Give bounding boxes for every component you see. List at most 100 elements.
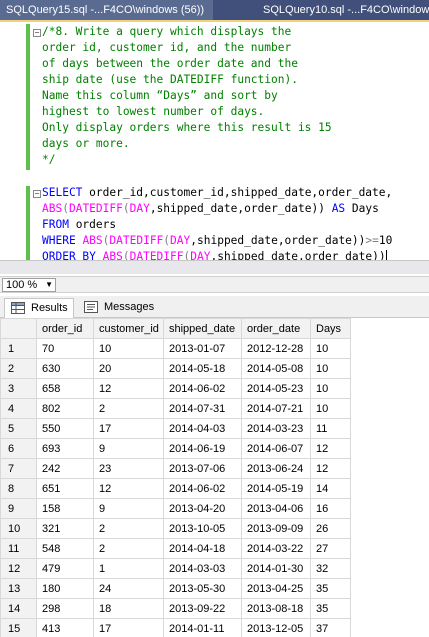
row-number[interactable]: 15 bbox=[0, 618, 37, 637]
cell-customer-id[interactable]: 12 bbox=[93, 478, 164, 499]
cell-order-date[interactable]: 2014-05-08 bbox=[241, 358, 311, 379]
cell-order-id[interactable]: 479 bbox=[36, 558, 94, 579]
cell-order-id[interactable]: 548 bbox=[36, 538, 94, 559]
table-row[interactable]: 15 413 17 2014-01-11 2013-12-05 37 bbox=[0, 618, 351, 637]
column-header-customer-id[interactable]: customer_id bbox=[93, 318, 164, 339]
row-number[interactable]: 13 bbox=[0, 578, 37, 599]
row-number[interactable]: 1 bbox=[0, 338, 37, 359]
cell-order-date[interactable]: 2012-12-28 bbox=[241, 338, 311, 359]
cell-days[interactable]: 35 bbox=[310, 578, 351, 599]
table-row[interactable]: 11 548 2 2014-04-18 2014-03-22 27 bbox=[0, 538, 351, 559]
table-row[interactable]: 6 693 9 2014-06-19 2014-06-07 12 bbox=[0, 438, 351, 459]
table-row[interactable]: 8 651 12 2014-06-02 2014-05-19 14 bbox=[0, 478, 351, 499]
cell-customer-id[interactable]: 1 bbox=[93, 558, 164, 579]
cell-shipped-date[interactable]: 2013-07-06 bbox=[163, 458, 242, 479]
cell-order-id[interactable]: 70 bbox=[36, 338, 94, 359]
cell-customer-id[interactable]: 12 bbox=[93, 378, 164, 399]
column-header-days[interactable]: Days bbox=[310, 318, 351, 339]
cell-shipped-date[interactable]: 2014-01-11 bbox=[163, 618, 242, 637]
cell-shipped-date[interactable]: 2013-05-30 bbox=[163, 578, 242, 599]
cell-order-id[interactable]: 242 bbox=[36, 458, 94, 479]
row-number[interactable]: 5 bbox=[0, 418, 37, 439]
cell-order-id[interactable]: 413 bbox=[36, 618, 94, 637]
cell-order-id[interactable]: 693 bbox=[36, 438, 94, 459]
tab-results[interactable]: Results bbox=[4, 298, 74, 318]
cell-shipped-date[interactable]: 2014-05-18 bbox=[163, 358, 242, 379]
table-row[interactable]: 2 630 20 2014-05-18 2014-05-08 10 bbox=[0, 358, 351, 379]
cell-customer-id[interactable]: 17 bbox=[93, 418, 164, 439]
cell-days[interactable]: 10 bbox=[310, 378, 351, 399]
cell-order-date[interactable]: 2014-05-23 bbox=[241, 378, 311, 399]
column-header-order-date[interactable]: order_date bbox=[241, 318, 311, 339]
cell-customer-id[interactable]: 2 bbox=[93, 518, 164, 539]
table-row[interactable]: 9 158 9 2013-04-20 2013-04-06 16 bbox=[0, 498, 351, 519]
tab-sqlquery10[interactable]: SQLQuery10.sql -...F4CO\windows (5 bbox=[213, 0, 429, 20]
cell-order-id[interactable]: 630 bbox=[36, 358, 94, 379]
table-row[interactable]: 3 658 12 2014-06-02 2014-05-23 10 bbox=[0, 378, 351, 399]
cell-customer-id[interactable]: 24 bbox=[93, 578, 164, 599]
cell-days[interactable]: 35 bbox=[310, 598, 351, 619]
cell-customer-id[interactable]: 9 bbox=[93, 498, 164, 519]
cell-customer-id[interactable]: 9 bbox=[93, 438, 164, 459]
cell-order-date[interactable]: 2014-05-19 bbox=[241, 478, 311, 499]
cell-days[interactable]: 32 bbox=[310, 558, 351, 579]
cell-order-date[interactable]: 2013-04-06 bbox=[241, 498, 311, 519]
cell-order-id[interactable]: 651 bbox=[36, 478, 94, 499]
cell-customer-id[interactable]: 17 bbox=[93, 618, 164, 637]
table-row[interactable]: 13 180 24 2013-05-30 2013-04-25 35 bbox=[0, 578, 351, 599]
row-number[interactable]: 10 bbox=[0, 518, 37, 539]
cell-order-date[interactable]: 2014-03-23 bbox=[241, 418, 311, 439]
cell-customer-id[interactable]: 20 bbox=[93, 358, 164, 379]
row-number[interactable]: 7 bbox=[0, 458, 37, 479]
cell-shipped-date[interactable]: 2014-07-31 bbox=[163, 398, 242, 419]
cell-customer-id[interactable]: 2 bbox=[93, 398, 164, 419]
cell-shipped-date[interactable]: 2014-04-18 bbox=[163, 538, 242, 559]
collapse-icon[interactable]: − bbox=[33, 29, 41, 37]
cell-order-date[interactable]: 2013-04-25 bbox=[241, 578, 311, 599]
row-number[interactable]: 3 bbox=[0, 378, 37, 399]
cell-days[interactable]: 12 bbox=[310, 458, 351, 479]
tab-sqlquery15[interactable]: SQLQuery15.sql -...F4CO\windows (56)) bbox=[0, 0, 213, 20]
table-row[interactable]: 10 321 2 2013-10-05 2013-09-09 26 bbox=[0, 518, 351, 539]
cell-shipped-date[interactable]: 2014-04-03 bbox=[163, 418, 242, 439]
cell-order-id[interactable]: 802 bbox=[36, 398, 94, 419]
cell-days[interactable]: 10 bbox=[310, 338, 351, 359]
cell-customer-id[interactable]: 10 bbox=[93, 338, 164, 359]
cell-order-date[interactable]: 2013-09-09 bbox=[241, 518, 311, 539]
cell-order-date[interactable]: 2014-03-22 bbox=[241, 538, 311, 559]
cell-days[interactable]: 27 bbox=[310, 538, 351, 559]
row-number[interactable]: 6 bbox=[0, 438, 37, 459]
cell-days[interactable]: 10 bbox=[310, 358, 351, 379]
table-row[interactable]: 12 479 1 2014-03-03 2014-01-30 32 bbox=[0, 558, 351, 579]
corner-cell[interactable] bbox=[0, 318, 37, 339]
table-row[interactable]: 7 242 23 2013-07-06 2013-06-24 12 bbox=[0, 458, 351, 479]
horizontal-scrollbar[interactable] bbox=[0, 260, 429, 274]
cell-days[interactable]: 11 bbox=[310, 418, 351, 439]
table-row[interactable]: 4 802 2 2014-07-31 2014-07-21 10 bbox=[0, 398, 351, 419]
cell-customer-id[interactable]: 2 bbox=[93, 538, 164, 559]
cell-order-date[interactable]: 2014-01-30 bbox=[241, 558, 311, 579]
cell-shipped-date[interactable]: 2014-06-02 bbox=[163, 478, 242, 499]
row-number[interactable]: 12 bbox=[0, 558, 37, 579]
row-number[interactable]: 9 bbox=[0, 498, 37, 519]
cell-shipped-date[interactable]: 2014-06-02 bbox=[163, 378, 242, 399]
cell-customer-id[interactable]: 23 bbox=[93, 458, 164, 479]
table-row[interactable]: 1 70 10 2013-01-07 2012-12-28 10 bbox=[0, 338, 351, 359]
tab-messages[interactable]: Messages bbox=[78, 298, 154, 318]
cell-days[interactable]: 26 bbox=[310, 518, 351, 539]
table-row[interactable]: 5 550 17 2014-04-03 2014-03-23 11 bbox=[0, 418, 351, 439]
cell-order-id[interactable]: 658 bbox=[36, 378, 94, 399]
results-grid[interactable]: order_id customer_id shipped_date order_… bbox=[0, 318, 429, 637]
cell-shipped-date[interactable]: 2013-04-20 bbox=[163, 498, 242, 519]
cell-order-id[interactable]: 321 bbox=[36, 518, 94, 539]
cell-order-date[interactable]: 2013-06-24 bbox=[241, 458, 311, 479]
row-number[interactable]: 4 bbox=[0, 398, 37, 419]
cell-order-date[interactable]: 2014-07-21 bbox=[241, 398, 311, 419]
cell-days[interactable]: 12 bbox=[310, 438, 351, 459]
cell-order-id[interactable]: 550 bbox=[36, 418, 94, 439]
row-number[interactable]: 8 bbox=[0, 478, 37, 499]
cell-order-id[interactable]: 180 bbox=[36, 578, 94, 599]
cell-order-id[interactable]: 158 bbox=[36, 498, 94, 519]
zoom-select[interactable]: 100 % ▼ bbox=[2, 278, 56, 292]
row-number[interactable]: 11 bbox=[0, 538, 37, 559]
